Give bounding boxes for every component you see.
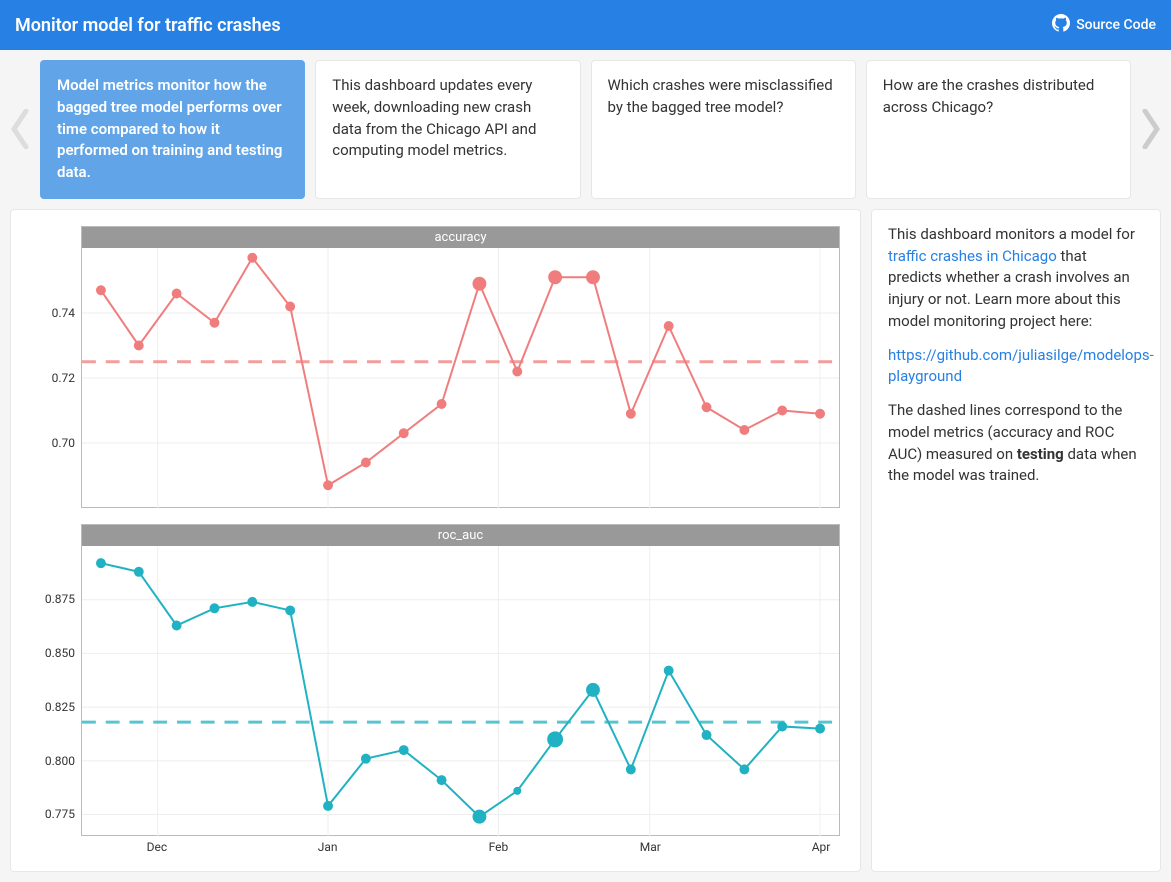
data-point[interactable] xyxy=(285,605,295,615)
cards-carousel: Model metrics monitor how the bagged tre… xyxy=(0,50,1171,209)
data-point[interactable] xyxy=(437,775,447,785)
traffic-crashes-link[interactable]: traffic crashes in Chicago xyxy=(888,247,1057,265)
chevron-right-icon xyxy=(1137,109,1165,149)
data-point[interactable] xyxy=(210,318,220,328)
data-point[interactable] xyxy=(548,270,562,284)
data-point[interactable] xyxy=(361,457,371,467)
facet-header: accuracy xyxy=(81,226,840,248)
data-point[interactable] xyxy=(586,270,600,284)
data-point[interactable] xyxy=(134,567,144,577)
carousel-card-0[interactable]: Model metrics monitor how the bagged tre… xyxy=(40,60,305,199)
carousel-card-2[interactable]: Which crashes were misclassified by the … xyxy=(591,60,856,199)
metric-chart xyxy=(82,546,839,836)
data-point[interactable] xyxy=(664,665,674,675)
carousel-card-1[interactable]: This dashboard updates every week, downl… xyxy=(315,60,580,199)
github-icon xyxy=(1052,14,1070,36)
data-point[interactable] xyxy=(285,301,295,311)
carousel-next[interactable] xyxy=(1131,60,1171,199)
x-tick-label: Apr xyxy=(812,840,831,854)
data-point[interactable] xyxy=(815,409,825,419)
info-panel: This dashboard monitors a model for traf… xyxy=(871,209,1161,872)
data-point[interactable] xyxy=(626,409,636,419)
y-tick-label: 0.74 xyxy=(52,306,75,320)
data-point[interactable] xyxy=(210,603,220,613)
data-point[interactable] xyxy=(96,285,106,295)
page-title: Monitor model for traffic crashes xyxy=(15,15,281,36)
facet-roc_auc: roc_auc0.7750.8000.8250.8500.875DecJanFe… xyxy=(81,524,840,861)
data-point[interactable] xyxy=(247,597,257,607)
y-tick-label: 0.70 xyxy=(52,436,75,450)
repo-link[interactable]: https://github.com/juliasilge/modelops-p… xyxy=(888,346,1154,386)
data-point[interactable] xyxy=(702,730,712,740)
data-point[interactable] xyxy=(172,288,182,298)
carousel-card-3[interactable]: How are the crashes distributed across C… xyxy=(866,60,1131,199)
data-point[interactable] xyxy=(323,480,333,490)
data-point[interactable] xyxy=(739,425,749,435)
data-point[interactable] xyxy=(664,321,674,331)
data-point[interactable] xyxy=(437,399,447,409)
data-point[interactable] xyxy=(399,428,409,438)
x-tick-label: Feb xyxy=(489,840,509,854)
facet-accuracy: accuracy0.700.720.74 xyxy=(81,226,840,518)
data-point[interactable] xyxy=(777,405,787,415)
data-point[interactable] xyxy=(472,809,486,823)
info-paragraph-2: The dashed lines correspond to the model… xyxy=(888,400,1144,487)
cards-container: Model metrics monitor how the bagged tre… xyxy=(40,60,1131,199)
y-tick-label: 0.72 xyxy=(52,371,75,385)
data-point[interactable] xyxy=(815,723,825,733)
main-row: accuracy0.700.720.74roc_auc0.7750.8000.8… xyxy=(0,209,1171,882)
data-point[interactable] xyxy=(247,253,257,263)
data-point[interactable] xyxy=(96,558,106,568)
chart-panel: accuracy0.700.720.74roc_auc0.7750.8000.8… xyxy=(10,209,861,872)
navbar: Monitor model for traffic crashes Source… xyxy=(0,0,1171,50)
data-point[interactable] xyxy=(472,277,486,291)
source-code-link[interactable]: Source Code xyxy=(1052,14,1156,36)
data-point[interactable] xyxy=(323,801,333,811)
y-tick-label: 0.850 xyxy=(45,646,75,660)
data-point[interactable] xyxy=(739,764,749,774)
y-tick-label: 0.800 xyxy=(45,754,75,768)
source-code-label: Source Code xyxy=(1076,17,1156,33)
x-tick-label: Dec xyxy=(147,840,168,854)
carousel-prev[interactable] xyxy=(0,60,40,199)
data-point[interactable] xyxy=(172,620,182,630)
y-tick-label: 0.875 xyxy=(45,592,75,606)
data-point[interactable] xyxy=(586,683,600,697)
y-tick-label: 0.825 xyxy=(45,700,75,714)
data-point[interactable] xyxy=(513,787,521,795)
metric-chart xyxy=(82,248,839,508)
data-point[interactable] xyxy=(512,366,522,376)
data-point[interactable] xyxy=(361,753,371,763)
data-point[interactable] xyxy=(547,731,563,747)
data-point[interactable] xyxy=(777,721,787,731)
data-point[interactable] xyxy=(626,764,636,774)
data-point[interactable] xyxy=(399,745,409,755)
y-tick-label: 0.775 xyxy=(45,807,75,821)
data-point[interactable] xyxy=(702,402,712,412)
x-tick-label: Jan xyxy=(318,840,338,854)
series-line xyxy=(101,258,820,486)
info-paragraph-1: This dashboard monitors a model for traf… xyxy=(888,224,1144,333)
chevron-left-icon xyxy=(6,109,34,149)
x-tick-label: Mar xyxy=(640,840,661,854)
data-point[interactable] xyxy=(134,340,144,350)
facet-header: roc_auc xyxy=(81,524,840,546)
series-line xyxy=(101,563,820,816)
